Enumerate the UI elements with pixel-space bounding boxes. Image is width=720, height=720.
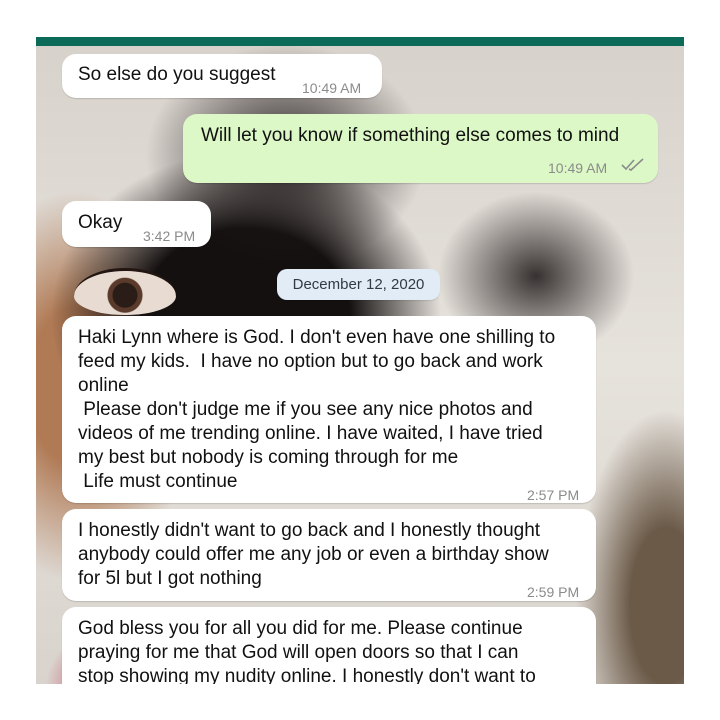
message-time: 10:49 AM bbox=[302, 80, 362, 96]
message-incoming[interactable]: Haki Lynn where is God. I don't even hav… bbox=[62, 316, 596, 503]
date-separator: December 12, 2020 bbox=[277, 269, 440, 300]
message-text: So else do you suggest bbox=[78, 64, 276, 85]
message-text: Haki Lynn where is God. I don't even hav… bbox=[78, 327, 556, 492]
background-photo-eye bbox=[74, 268, 176, 315]
chat-area[interactable]: So else do you suggest 10:49 AM Will let… bbox=[36, 46, 684, 684]
message-text: Okay bbox=[78, 212, 123, 233]
double-check-icon bbox=[621, 158, 644, 171]
message-text: God bless you for all you did for me. Pl… bbox=[78, 618, 536, 684]
message-time: 2:59 PM bbox=[527, 584, 580, 600]
message-incoming[interactable]: So else do you suggest 10:49 AM bbox=[62, 54, 382, 98]
message-time: 2:57 PM bbox=[527, 487, 580, 503]
message-text: I honestly didn't want to go back and I … bbox=[78, 520, 549, 589]
message-incoming[interactable]: God bless you for all you did for me. Pl… bbox=[62, 607, 596, 684]
message-time: 3:42 PM bbox=[143, 228, 196, 244]
message-text: Will let you know if something else come… bbox=[201, 125, 620, 146]
message-incoming[interactable]: Okay 3:42 PM bbox=[62, 201, 211, 247]
message-time: 10:49 AM bbox=[548, 160, 608, 176]
message-incoming[interactable]: I honestly didn't want to go back and I … bbox=[62, 509, 596, 601]
message-outgoing[interactable]: Will let you know if something else come… bbox=[183, 114, 658, 183]
chat-header-bar bbox=[36, 37, 684, 46]
